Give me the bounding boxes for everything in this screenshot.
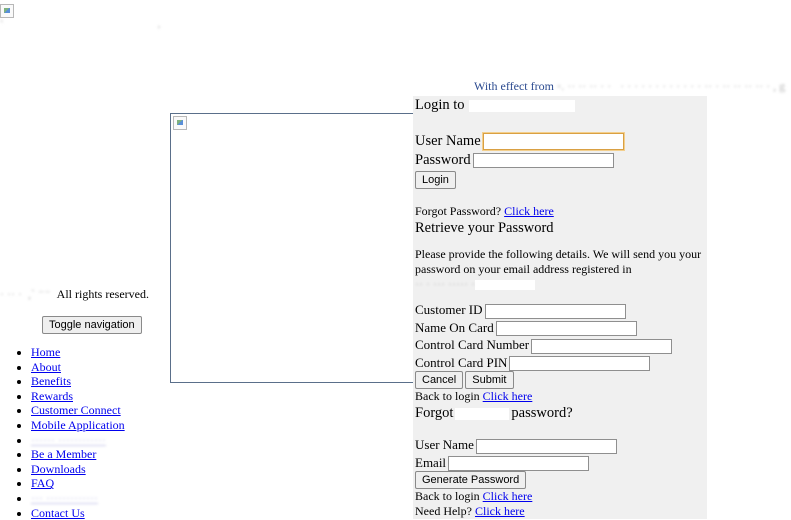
forgot-password-row: Forgot Password? Click here [415, 204, 554, 218]
promo-image-frame [170, 113, 417, 383]
login-button[interactable]: Login [415, 171, 456, 189]
nav-link-customer-connect[interactable]: Customer Connect [31, 403, 121, 417]
nav-item-customer-connect: Customer Connect [31, 403, 125, 418]
rights-text: All rights reserved. [56, 287, 149, 301]
redacted-block [468, 99, 575, 112]
nav-item-faq: FAQ [31, 476, 125, 491]
nav-link-redacted-2[interactable]: ··· ············· [31, 491, 98, 505]
retrieve-description-redacted: ·· · ··· ····· · [415, 277, 707, 292]
nav-link-downloads[interactable]: Downloads [31, 462, 86, 476]
header-blurred-text: ‛ , [0, 18, 161, 30]
nav-link-faq[interactable]: FAQ [31, 476, 54, 490]
name-on-card-input[interactable] [495, 321, 637, 337]
nav-item-benefits: Benefits [31, 374, 125, 389]
retrieve-title: Retrieve your Password [415, 220, 554, 236]
main-nav-list: Home About Benefits Rewards Customer Con… [0, 345, 125, 520]
control-card-number-row: Control Card Number [415, 336, 707, 354]
logo-broken-image-icon [0, 4, 14, 18]
forgot-section-title: Forgot password? [415, 405, 573, 422]
nav-item-contact-us: Contact Us [31, 506, 125, 520]
back-to-login-link-2[interactable]: Click here [483, 489, 533, 503]
password-row: Password [415, 151, 707, 170]
name-on-card-row: Name On Card [415, 319, 707, 337]
nav-item-redacted-2: ··· ············· [31, 491, 125, 506]
login-title: Login to [415, 96, 707, 114]
nav-item-about: About [31, 360, 125, 375]
promo-broken-image-icon [173, 116, 187, 130]
back-to-login-link-1[interactable]: Click here [483, 389, 533, 403]
username-row: User Name [415, 132, 707, 151]
generate-password-button[interactable]: Generate Password [415, 471, 527, 490]
email-row: Email [415, 454, 707, 472]
cancel-button[interactable]: Cancel [415, 371, 464, 390]
submit-button[interactable]: Submit [465, 371, 514, 390]
nav-link-contact-us[interactable]: Contact Us [31, 506, 85, 520]
login-section: Login to User Name Password Login Forgot… [415, 96, 707, 519]
email-input[interactable] [448, 456, 590, 472]
nav-link-home[interactable]: Home [31, 345, 60, 359]
forgot-username-input[interactable] [475, 438, 617, 454]
customer-id-input[interactable] [484, 303, 626, 319]
nav-link-rewards[interactable]: Rewards [31, 389, 73, 403]
customer-id-row: Customer ID [415, 301, 707, 319]
nav-item-rewards: Rewards [31, 389, 125, 404]
forgot-username-row: User Name [415, 436, 707, 454]
announcement-ticker: With effect from ◦. ·· ·· ·· · · · · · ·… [474, 79, 786, 93]
need-help-link[interactable]: Click here [475, 504, 525, 518]
control-card-pin-row: Control Card PIN [415, 354, 707, 372]
retrieve-description: Please provide the following details. We… [415, 247, 702, 276]
nav-link-mobile-application[interactable]: Mobile Application [31, 418, 125, 432]
nav-link-about[interactable]: About [31, 360, 61, 374]
username-input[interactable] [482, 133, 624, 151]
need-help-row: Need Help? Click here [415, 504, 525, 519]
toggle-navigation-button[interactable]: Toggle navigation [42, 316, 142, 334]
forgot-password-link[interactable]: Click here [504, 204, 554, 218]
nav-link-redacted-1[interactable]: ······ ············ [31, 433, 106, 447]
control-card-number-input[interactable] [531, 338, 673, 354]
nav-item-downloads: Downloads [31, 462, 125, 477]
nav-item-home: Home [31, 345, 125, 360]
nav-link-benefits[interactable]: Benefits [31, 374, 71, 388]
nav-item-mobile-application: Mobile Application [31, 418, 125, 433]
nav-item-be-a-member: Be a Member [31, 447, 125, 462]
password-input[interactable] [472, 153, 614, 169]
control-card-pin-input[interactable] [509, 356, 651, 372]
nav-link-be-a-member[interactable]: Be a Member [31, 447, 96, 461]
nav-item-redacted-1: ······ ············ [31, 433, 125, 448]
copyright-line: · ·· · ,` ⁻⁻ All rights reserved. [0, 287, 149, 301]
back-to-login-row-1: Back to login Click here [415, 389, 533, 404]
back-to-login-row-2: Back to login Click here [415, 489, 533, 504]
